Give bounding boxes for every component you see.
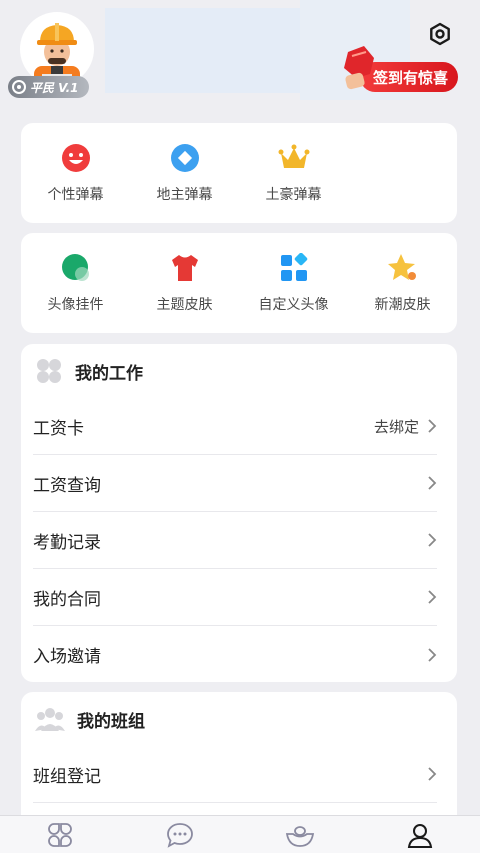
level-badge: 平民 V.1 — [8, 76, 89, 98]
chevron-right-icon — [428, 647, 437, 662]
settings-button[interactable] — [428, 22, 452, 46]
grid-item-theme-skin[interactable]: 主题皮肤 — [130, 252, 239, 314]
tab-messages[interactable] — [120, 816, 240, 853]
blue-diamond-icon — [169, 142, 201, 174]
grid-label: 主题皮肤 — [156, 297, 213, 313]
menu-label: 工资卡 — [33, 418, 84, 439]
work-card: 我的工作 工资卡 去绑定 工资查询 考勤记录 我的合同 入场邀请 — [21, 344, 457, 682]
decor-card: 头像挂件 主题皮肤 自定义头像 新潮皮肤 — [21, 233, 457, 333]
bottom-tab-bar — [0, 815, 480, 853]
clover-icon — [48, 822, 72, 847]
section-title: 我的班组 — [77, 711, 145, 732]
menu-row-attendance[interactable]: 考勤记录 — [33, 512, 437, 569]
menu-row-salary-card[interactable]: 工资卡 去绑定 — [33, 398, 437, 455]
grid-squares-icon — [278, 252, 310, 284]
menu-label: 考勤记录 — [33, 532, 101, 553]
star-icon — [387, 252, 419, 284]
menu-row-team-register[interactable]: 班组登记 — [33, 746, 437, 803]
green-circle-icon — [60, 252, 92, 284]
menu-label: 我的合同 — [33, 589, 101, 610]
menu-label: 入场邀请 — [33, 647, 101, 667]
chevron-right-icon — [428, 476, 437, 490]
chat-bubble-icon — [167, 822, 193, 848]
chevron-right-icon — [428, 767, 437, 781]
section-title: 我的工作 — [75, 363, 143, 384]
checkin-label: 签到有惊喜 — [372, 68, 448, 87]
tab-profile[interactable] — [360, 816, 480, 853]
avatar[interactable] — [20, 12, 94, 86]
level-target-icon — [12, 80, 26, 94]
grid-item-landlord-danmu[interactable]: 地主弹幕 — [130, 142, 239, 204]
header-banner-image — [105, 8, 315, 93]
menu-row-contract[interactable]: 我的合同 — [33, 569, 437, 626]
menu-row-site-invite[interactable]: 入场邀请 — [33, 626, 437, 683]
danmu-card: 个性弹幕 地主弹幕 土豪弹幕 — [21, 123, 457, 223]
team-section-header: 我的班组 — [21, 692, 457, 746]
grid-label: 土豪弹幕 — [265, 187, 322, 203]
gear-icon — [430, 22, 450, 46]
chevron-right-icon — [428, 533, 437, 547]
smiley-face-icon — [60, 142, 92, 174]
grid-label: 自定义头像 — [258, 297, 329, 313]
grid-item-trendy-skin[interactable]: 新潮皮肤 — [348, 252, 457, 314]
chevron-right-icon — [428, 419, 437, 433]
level-badge-text: 平民 V.1 — [30, 80, 79, 95]
profile-icon — [407, 823, 433, 848]
tab-home[interactable] — [0, 816, 120, 853]
grid-item-tycoon-danmu[interactable]: 土豪弹幕 — [239, 142, 348, 204]
chevron-right-icon — [428, 590, 437, 604]
tshirt-icon — [169, 252, 201, 284]
fist-icon — [344, 46, 374, 90]
menu-label: 班组登记 — [33, 766, 101, 787]
grid-item-avatar-pendant[interactable]: 头像挂件 — [21, 252, 130, 314]
ingot-icon — [285, 825, 315, 847]
team-people-icon — [35, 708, 65, 731]
checkin-button[interactable]: 签到有惊喜 — [338, 46, 458, 94]
grid-item-custom-avatar[interactable]: 自定义头像 — [239, 252, 348, 314]
grid-label: 个性弹幕 — [47, 187, 104, 203]
grid-label: 地主弹幕 — [156, 187, 213, 203]
clover-icon — [37, 359, 61, 383]
menu-row-salary-query[interactable]: 工资查询 — [33, 455, 437, 512]
work-section-header: 我的工作 — [21, 344, 457, 398]
grid-label: 头像挂件 — [47, 297, 104, 313]
grid-item-personal-danmu[interactable]: 个性弹幕 — [21, 142, 130, 204]
crown-icon — [278, 142, 310, 174]
grid-label: 新潮皮肤 — [374, 297, 431, 313]
tab-rewards[interactable] — [240, 816, 360, 853]
bind-status-text: 去绑定 — [373, 417, 419, 436]
menu-label: 工资查询 — [33, 475, 101, 496]
worker-avatar-icon — [34, 23, 80, 86]
profile-header: 平民 V.1 签到有惊喜 — [0, 0, 480, 115]
